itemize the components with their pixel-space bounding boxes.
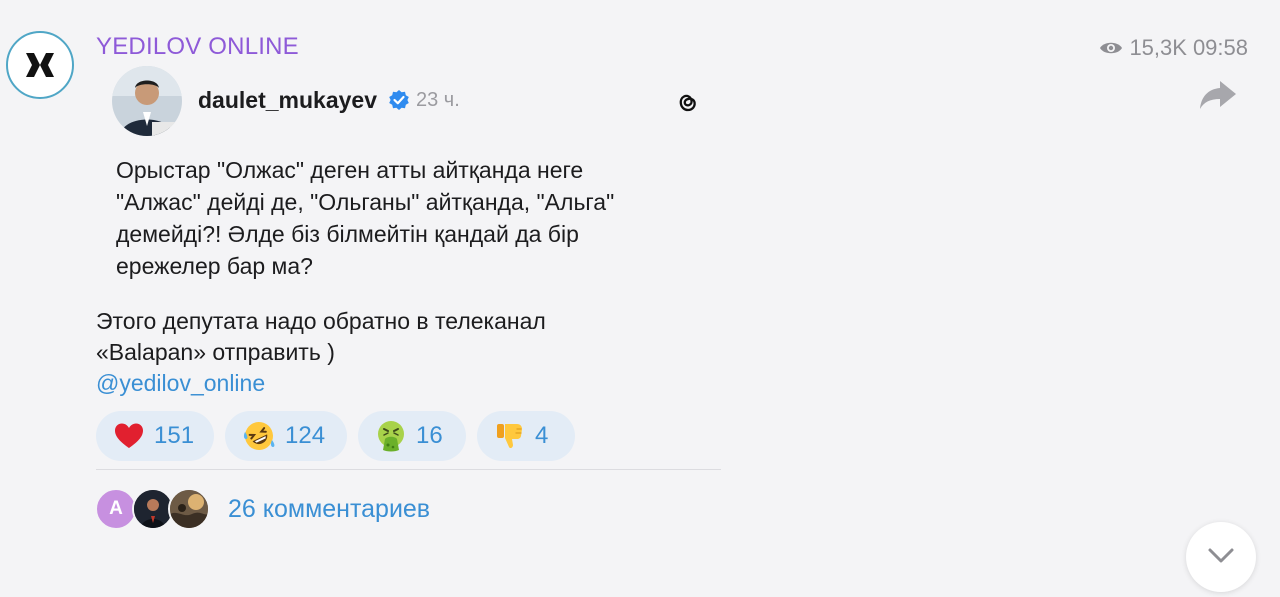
vomit-face-icon (378, 421, 404, 452)
post-meta: 15,3K 09:58 (1099, 35, 1248, 61)
channel-name[interactable]: YEDILOV ONLINE (96, 33, 299, 61)
reaction-count: 124 (285, 422, 326, 449)
rofl-face-icon (243, 422, 275, 450)
share-button[interactable] (1198, 77, 1238, 113)
threads-icon[interactable] (674, 89, 700, 115)
reaction-count: 4 (535, 422, 549, 449)
scroll-down-button[interactable] (1186, 522, 1256, 592)
channel-avatar[interactable] (6, 31, 74, 99)
repost-text-line: "Алжас" дейді де, "Ольганы" айтқанда, "А… (116, 189, 615, 215)
reaction-heart[interactable]: 151 (96, 411, 214, 461)
post-text-line: Этого депутата надо обратно в телеканал (96, 308, 546, 334)
commenter-avatar: A (95, 488, 137, 530)
author-photo (112, 66, 182, 136)
repost-time: 23 ч. (416, 89, 460, 111)
reaction-count: 151 (154, 422, 195, 449)
channel-logo-icon (26, 53, 54, 77)
repost-text-line: Орыстар "Олжас" деген атты айтқанда неге (116, 157, 584, 183)
verified-badge-icon (389, 90, 409, 110)
thumbs-down-icon (497, 424, 522, 449)
commenter-photo (134, 490, 172, 528)
eye-icon (1100, 42, 1123, 54)
reaction-count: 16 (416, 422, 443, 449)
heart-icon (115, 423, 143, 448)
divider (96, 469, 721, 470)
repost-text: Орыстар "Олжас" деген атты айтқанда неге… (116, 154, 696, 282)
repost-username[interactable]: daulet_mukayev (198, 87, 377, 114)
post-text-line: «Balapan» отправить ) (96, 339, 335, 365)
comments-link[interactable]: 26 комментариев (228, 495, 430, 524)
commenter-photo (170, 490, 208, 528)
reaction-rofl[interactable]: 124 (225, 411, 347, 461)
commenter-avatar (168, 488, 210, 530)
repost-author-avatar[interactable] (112, 66, 182, 136)
reaction-thumbs-down[interactable]: 4 (477, 411, 575, 461)
chevron-down-icon (1208, 548, 1234, 563)
repost-text-line: ережелер бар ма? (116, 253, 313, 279)
share-arrow-icon (1200, 81, 1236, 109)
view-count: 15,3K (1129, 35, 1187, 60)
commenter-initial: A (109, 498, 123, 519)
repost-text-line: демейді?! Әлде біз білмейтін қандай да б… (116, 221, 579, 247)
channel-mention-link[interactable]: @yedilov_online (96, 370, 265, 397)
reaction-vomit[interactable]: 16 (358, 411, 466, 461)
post-time: 09:58 (1192, 35, 1248, 60)
